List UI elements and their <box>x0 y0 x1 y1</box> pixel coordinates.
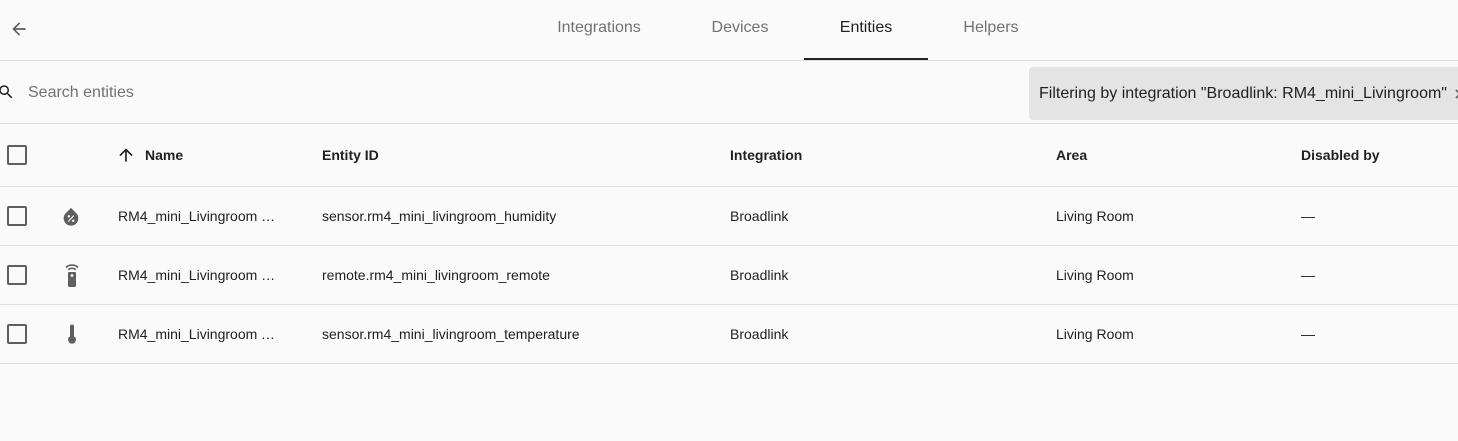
top-toolbar: Integrations Devices Entities Helpers <box>0 0 1458 61</box>
table-header-row: Name Entity ID Integration Area Disabled… <box>0 124 1458 187</box>
entity-integration: Broadlink <box>730 208 789 224</box>
back-button[interactable] <box>2 12 36 46</box>
entity-integration: Broadlink <box>730 267 789 283</box>
entities-table: Name Entity ID Integration Area Disabled… <box>0 124 1458 364</box>
select-all-checkbox[interactable] <box>7 145 27 165</box>
tab-label: Devices <box>711 19 769 36</box>
column-header-label: Area <box>1056 147 1088 163</box>
entity-disabled-by: — <box>1301 326 1315 342</box>
select-all-cell <box>7 124 27 186</box>
tab-label: Integrations <box>557 19 641 36</box>
entity-name-text: RM4_mini_Livingroom R… <box>118 267 283 283</box>
tab-integrations[interactable]: Integrations <box>522 0 676 60</box>
search-icon <box>0 85 13 99</box>
tab-label: Helpers <box>963 19 1019 36</box>
column-header-disabled-by[interactable]: Disabled by <box>1301 124 1451 186</box>
entity-area: Living Room <box>1056 267 1134 283</box>
column-header-entity-id[interactable]: Entity ID <box>322 124 722 186</box>
tab-label: Entities <box>839 19 893 36</box>
column-header-label: Disabled by <box>1301 147 1380 163</box>
entity-name-text: RM4_mini_Livingroom T… <box>118 326 283 342</box>
column-header-name[interactable]: Name <box>116 124 286 186</box>
row-select-cell <box>7 246 27 304</box>
tab-bar: Integrations Devices Entities Helpers <box>522 0 1054 60</box>
column-header-integration[interactable]: Integration <box>730 124 1030 186</box>
table-row[interactable]: RM4_mini_Livingroom H… sensor.rm4_mini_l… <box>0 187 1458 246</box>
column-header-area[interactable]: Area <box>1056 124 1286 186</box>
entity-integration: Broadlink <box>730 326 789 342</box>
search-bar: Filtering by integration "Broadlink: RM4… <box>0 61 1458 124</box>
row-checkbox[interactable] <box>7 265 27 285</box>
entity-area: Living Room <box>1056 208 1134 224</box>
entity-name-text: RM4_mini_Livingroom H… <box>118 208 283 224</box>
row-icon-cell <box>60 305 84 363</box>
entity-area: Living Room <box>1056 326 1134 342</box>
entity-disabled-by: — <box>1301 267 1315 283</box>
row-select-cell <box>7 305 27 363</box>
row-icon-cell <box>60 246 84 304</box>
row-icon-cell <box>60 187 84 245</box>
entity-id: sensor.rm4_mini_livingroom_humidity <box>322 208 557 224</box>
arrow-left-icon <box>12 22 26 36</box>
entity-disabled-by: — <box>1301 208 1315 224</box>
entity-id: sensor.rm4_mini_livingroom_temperature <box>322 326 580 342</box>
row-checkbox[interactable] <box>7 206 27 226</box>
search-input[interactable] <box>26 79 630 107</box>
thermometer-icon <box>68 324 76 344</box>
column-header-label: Name <box>145 147 184 163</box>
row-checkbox[interactable] <box>7 324 27 344</box>
tab-devices[interactable]: Devices <box>676 0 804 60</box>
entity-name: RM4_mini_Livingroom H… <box>118 187 288 245</box>
water-percent-icon <box>63 207 79 226</box>
entities-page: Integrations Devices Entities Helpers Fi… <box>0 0 1458 441</box>
entity-id: remote.rm4_mini_livingroom_remote <box>322 267 550 283</box>
column-header-label: Integration <box>730 147 803 163</box>
entity-name: RM4_mini_Livingroom R… <box>118 246 288 304</box>
entity-name: RM4_mini_Livingroom T… <box>118 305 288 363</box>
arrow-up-icon <box>119 148 133 162</box>
remote-icon <box>65 264 79 287</box>
tab-helpers[interactable]: Helpers <box>928 0 1054 60</box>
column-header-label: Entity ID <box>322 147 379 163</box>
row-select-cell <box>7 187 27 245</box>
table-row[interactable]: RM4_mini_Livingroom R… remote.rm4_mini_l… <box>0 246 1458 305</box>
integration-filter-chip[interactable]: Filtering by integration "Broadlink: RM4… <box>1029 67 1458 120</box>
table-row[interactable]: RM4_mini_Livingroom T… sensor.rm4_mini_l… <box>0 305 1458 364</box>
tab-entities[interactable]: Entities <box>804 0 928 60</box>
filter-label: Filtering by integration "Broadlink: RM4… <box>1039 84 1447 102</box>
